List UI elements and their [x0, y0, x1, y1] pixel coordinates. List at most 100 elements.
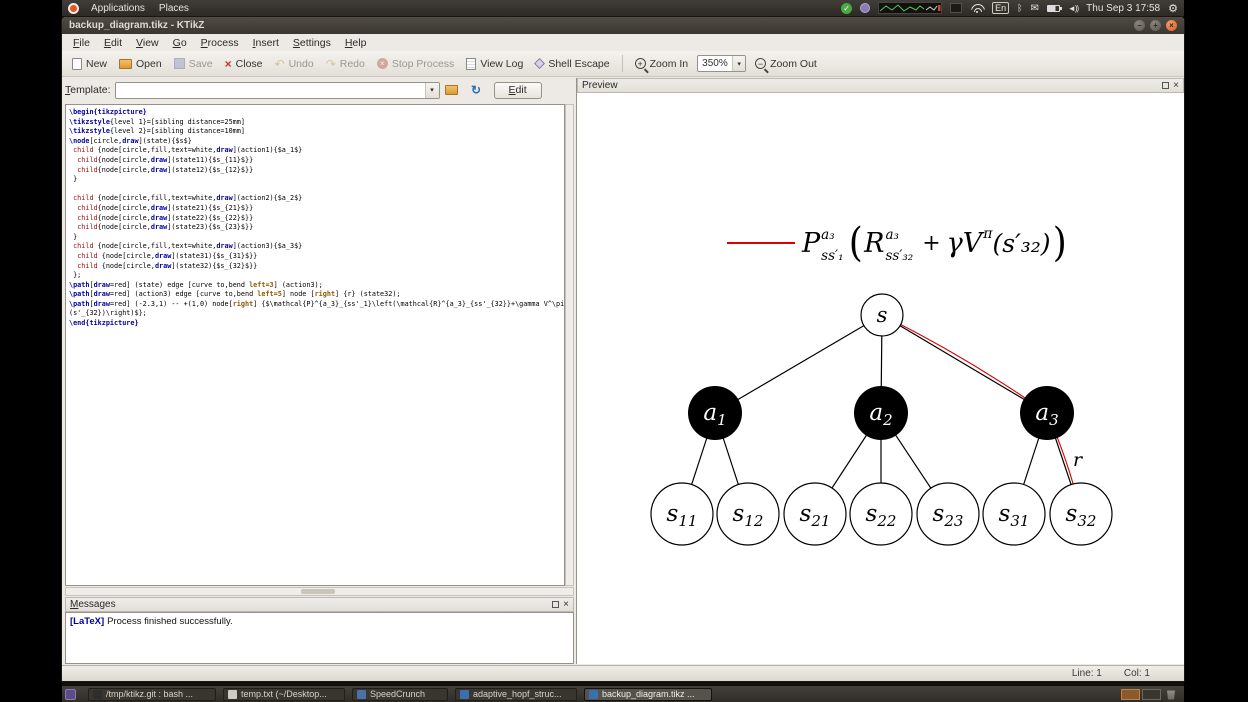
- desktop-screen: Applications Places ✓ En ᛒ ✉ ◄)) Thu Sep…: [62, 0, 1184, 702]
- distro-logo-icon[interactable]: [68, 2, 79, 14]
- menu-edit[interactable]: Edit: [97, 36, 129, 50]
- indicator-icon[interactable]: [860, 3, 871, 13]
- code-line: \tikzstyle{level 1}=[sibling distance=25…: [69, 117, 245, 126]
- code-line: child{node[circle,draw](state22){$s_{22}…: [77, 213, 254, 222]
- taskbar-item[interactable]: adaptive_hopf_struc...: [455, 687, 577, 701]
- template-combobox[interactable]: ▾: [114, 81, 440, 99]
- taskbar-item[interactable]: backup_diagram.tikz ...: [584, 687, 712, 701]
- workspace-1[interactable]: [1121, 688, 1140, 700]
- workspace-2[interactable]: [1142, 688, 1161, 700]
- calculator-icon: [357, 689, 366, 699]
- toolbar-button-viewlog[interactable]: View Log: [460, 55, 529, 73]
- places-menu[interactable]: Places: [157, 3, 191, 14]
- menu-go[interactable]: Go: [166, 36, 194, 50]
- applications-menu[interactable]: Applications: [89, 3, 147, 14]
- zoom-level-combobox[interactable]: 350% ▾: [697, 55, 747, 72]
- editor-vertical-scrollbar[interactable]: [565, 104, 574, 586]
- close-pane-icon[interactable]: ×: [1173, 80, 1179, 90]
- toolbar-button-label: Zoom Out: [770, 57, 817, 70]
- bluetooth-icon[interactable]: ᛒ: [1017, 3, 1022, 13]
- taskbar-item[interactable]: /tmp/ktikz.git : bash ...: [88, 687, 216, 701]
- toolbar-button-save: Save: [168, 55, 219, 73]
- taskbar-item[interactable]: temp.txt (~/Desktop...: [223, 687, 345, 701]
- ktikz-icon: [460, 689, 469, 699]
- float-pane-icon[interactable]: [1162, 82, 1170, 89]
- chevron-down-icon[interactable]: ▾: [732, 56, 746, 71]
- state-node-s21: s21: [783, 482, 847, 546]
- menu-view[interactable]: View: [129, 36, 166, 50]
- keyboard-layout-indicator[interactable]: En: [992, 2, 1010, 14]
- template-reload-button[interactable]: ↻: [467, 82, 486, 99]
- maximize-button[interactable]: +: [1150, 20, 1161, 31]
- code-line: \tikzstyle{level 2}=[sibling distance=10…: [69, 127, 245, 136]
- svg-text:s: s: [877, 303, 888, 327]
- state-node-s23: s23: [916, 482, 980, 546]
- toolbar-button-open[interactable]: Open: [113, 55, 168, 73]
- volume-icon[interactable]: ◄)): [1068, 4, 1079, 13]
- status-line: Line: 1: [1071, 668, 1102, 679]
- menu-process[interactable]: Process: [194, 36, 246, 50]
- code-line: \path[draw=red] (action3) edge [curve to…: [69, 290, 401, 299]
- state-node-s32: s32: [1049, 482, 1113, 546]
- battery-icon[interactable]: [1046, 4, 1062, 12]
- status-ok-icon[interactable]: ✓: [841, 2, 853, 14]
- zoom-in-icon: +: [634, 58, 646, 69]
- menu-settings[interactable]: Settings: [286, 36, 338, 50]
- float-pane-icon[interactable]: [552, 601, 560, 608]
- close-button[interactable]: ×: [1166, 20, 1177, 31]
- view-log-icon: [466, 57, 477, 70]
- editor-horizontal-scrollbar[interactable]: [65, 587, 574, 596]
- folder-icon: [444, 85, 458, 95]
- toolbar: New Open Save × Close ↶ Undo ↷ Redo × Stop Process…: [62, 51, 1184, 77]
- code-line: child{node[circle,draw](state23){$s_{23}…: [77, 223, 254, 232]
- toolbar-button-stop: × Stop Process: [371, 55, 460, 73]
- network-icon[interactable]: [970, 3, 984, 13]
- toolbar-button-close[interactable]: × Close: [219, 54, 269, 74]
- session-gear-icon[interactable]: ⚙: [1168, 2, 1178, 15]
- toolbar-button-new[interactable]: New: [66, 55, 113, 73]
- code-line: \path[draw=red] (state) edge [curve to,b…: [69, 280, 323, 289]
- messages-output: [LaTeX] Process finished successfully.: [65, 612, 574, 664]
- toolbar-button-zoomin[interactable]: + Zoom In: [629, 55, 695, 73]
- clock[interactable]: Thu Sep 3 17:58: [1086, 3, 1160, 14]
- statusbar: Line: 1 Col: 1: [62, 665, 1184, 681]
- code-line: child{node[circle,draw](state11){$s_{11}…: [77, 155, 254, 164]
- close-pane-icon[interactable]: ×: [563, 599, 569, 609]
- chevron-down-icon[interactable]: ▾: [424, 82, 439, 98]
- preview-title: Preview: [582, 80, 618, 91]
- template-edit-button[interactable]: Edit: [493, 81, 542, 99]
- toolbar-button-label: Undo: [288, 57, 314, 70]
- show-desktop-icon[interactable]: [65, 688, 76, 700]
- state-node-s11: s11: [650, 482, 714, 546]
- mail-icon[interactable]: ✉: [1031, 3, 1039, 14]
- toolbar-button-label: Save: [188, 57, 213, 70]
- code-editor[interactable]: \begin{tikzpicture} \tikzstyle{level 1}=[…: [65, 104, 565, 586]
- scrollbar-thumb[interactable]: [301, 589, 335, 594]
- top-panel: Applications Places ✓ En ᛒ ✉ ◄)) Thu Sep…: [62, 0, 1184, 17]
- taskbar-item[interactable]: SpeedCrunch: [352, 687, 448, 701]
- code-line: }: [69, 175, 78, 184]
- backup-diagram: s a1 a2 a3 s11 s12 s21 s22 s23 s31 s32 r: [650, 293, 1113, 546]
- menu-file[interactable]: File: [66, 36, 97, 50]
- applet-icon[interactable]: [950, 3, 963, 13]
- menu-insert[interactable]: Insert: [246, 36, 286, 50]
- audio-scope-icon[interactable]: [878, 2, 943, 14]
- trash-icon[interactable]: [1167, 690, 1175, 700]
- ktikz-window: backup_diagram.tikz - KTikZ – + × File Ed…: [62, 17, 1184, 681]
- taskbar: /tmp/ktikz.git : bash ... temp.txt (~/Des…: [62, 686, 1184, 702]
- preview-canvas: P a₃ ss′₁ ( R a₃ ss′₃₂ + γV π (s′₃₂) ) s…: [577, 93, 1184, 664]
- toolbar-button-zoomout[interactable]: − Zoom Out: [749, 55, 823, 73]
- menu-help[interactable]: Help: [338, 36, 374, 50]
- toolbar-button-label: Open: [136, 57, 162, 70]
- window-title: backup_diagram.tikz - KTikZ: [69, 20, 205, 31]
- status-col: Col: 1: [1123, 668, 1150, 679]
- titlebar[interactable]: backup_diagram.tikz - KTikZ – + ×: [62, 17, 1184, 34]
- system-tray: ✓ En ᛒ ✉ ◄)) Thu Sep 3 17:58 ⚙: [841, 2, 1178, 15]
- template-open-button[interactable]: [444, 82, 463, 99]
- toolbar-button-shell[interactable]: Shell Escape: [529, 55, 615, 73]
- minimize-button[interactable]: –: [1134, 20, 1145, 31]
- code-line: child {node[circle,fill,text=white,draw]…: [73, 194, 303, 203]
- workspace-switcher[interactable]: [1121, 688, 1161, 700]
- code-line: child {node[circle,draw](state31){$s_{31…: [77, 251, 258, 260]
- code-line: child {node[circle,fill,text=white,draw]…: [73, 242, 303, 251]
